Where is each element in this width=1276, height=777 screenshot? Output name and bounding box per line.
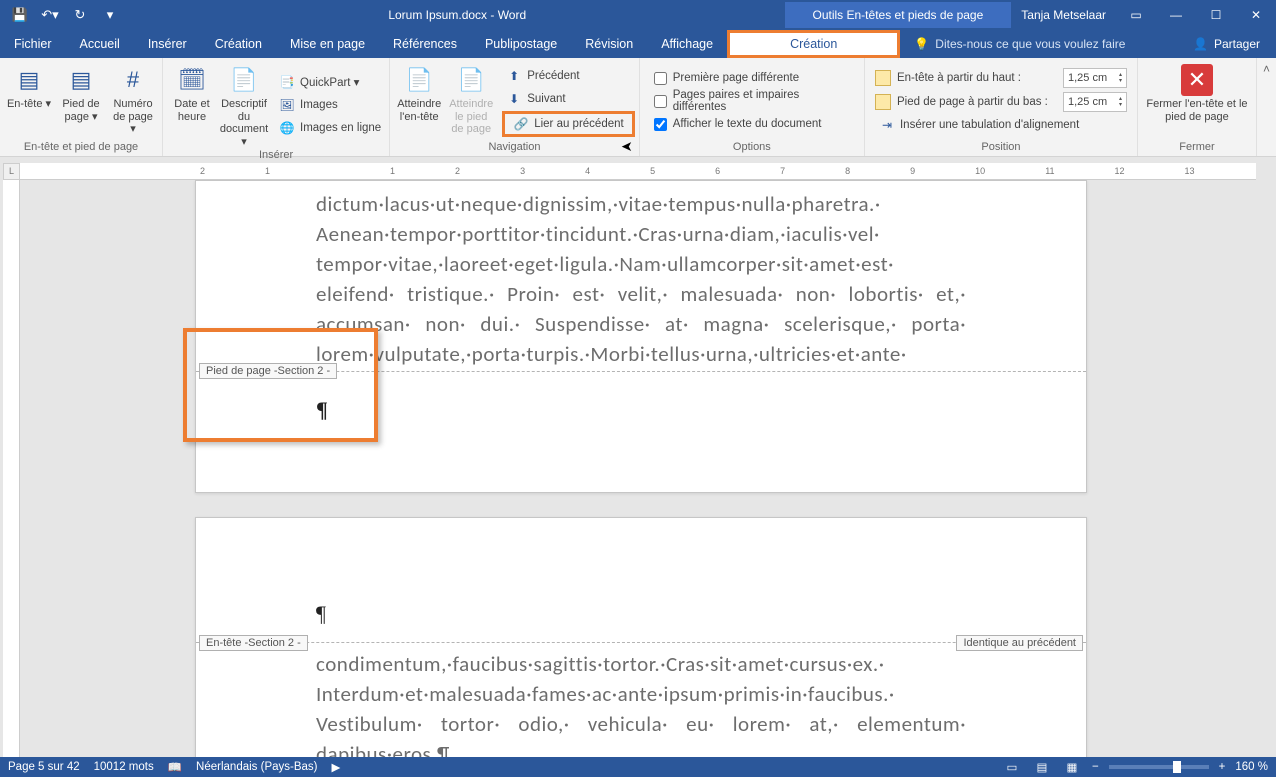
header-from-top-field[interactable]: 1,25 cm▴▾	[1063, 68, 1127, 88]
quickparts-button[interactable]: 📑QuickPart ▾	[275, 71, 385, 92]
goto-footer-icon: 📄	[455, 64, 487, 96]
tab-references[interactable]: Références	[379, 30, 471, 58]
redo-icon[interactable]: ↻	[68, 3, 92, 27]
previous-icon: ⬆	[506, 68, 522, 84]
zoom-slider[interactable]	[1109, 765, 1209, 769]
goto-header-icon: 📄	[403, 64, 435, 96]
tab-insert[interactable]: Insérer	[134, 30, 201, 58]
save-icon[interactable]: 💾	[8, 3, 32, 27]
print-layout-icon[interactable]: ▤	[1032, 759, 1052, 775]
images-button[interactable]: 🖼Images	[275, 94, 385, 115]
header-tag: En-tête -Section 2 -	[199, 635, 308, 651]
header-button[interactable]: ▤En-tête ▾	[4, 61, 54, 141]
share-button[interactable]: 👤Partager	[1177, 37, 1276, 51]
tab-layout[interactable]: Mise en page	[276, 30, 379, 58]
header-top-icon	[875, 70, 891, 86]
account-name[interactable]: Tanja Metselaar	[1011, 8, 1116, 22]
show-document-text-check[interactable]: Afficher le texte du document	[650, 114, 854, 135]
next-button[interactable]: ⬇Suivant	[502, 88, 635, 109]
online-picture-icon: 🌐	[279, 120, 295, 136]
maximize-icon[interactable]: ☐	[1196, 0, 1236, 30]
page-number-button[interactable]: #Numéro de page ▾	[108, 61, 158, 141]
footer-bottom-icon	[875, 94, 891, 110]
tell-me[interactable]: 💡Dites-nous ce que vous voulez faire	[914, 37, 1125, 51]
previous-button[interactable]: ⬆Précédent	[502, 65, 635, 86]
contextual-tool-title: Outils En-têtes et pieds de page	[785, 2, 1012, 28]
tab-header-footer-design[interactable]: Création	[727, 30, 900, 58]
undo-icon[interactable]: ↶▾	[38, 3, 62, 27]
tab-view[interactable]: Affichage	[647, 30, 727, 58]
header-icon: ▤	[13, 64, 45, 96]
goto-footer-button: 📄Atteindre le pied de page	[446, 61, 496, 141]
hash-icon: #	[117, 64, 149, 96]
same-as-previous-tag: Identique au précédent	[956, 635, 1083, 651]
close-header-footer-button[interactable]: ✕Fermer l'en-tête et le pied de page	[1142, 61, 1252, 141]
close-icon[interactable]: ✕	[1236, 0, 1276, 30]
online-images-button[interactable]: 🌐Images en ligne	[275, 117, 385, 138]
proofing-icon[interactable]: 📖	[168, 760, 182, 774]
document-area[interactable]: dictum·lacus·ut·neque·dignissim,·vitae·t…	[20, 180, 1256, 757]
group-insert: Insérer	[167, 149, 385, 164]
group-options: Options	[644, 141, 860, 156]
zoom-level[interactable]: 160 %	[1235, 761, 1268, 773]
zoom-out-icon[interactable]: −	[1092, 761, 1099, 773]
different-first-page-check[interactable]: Première page différente	[650, 68, 854, 89]
info-doc-icon: 📄	[228, 64, 260, 96]
goto-header-button[interactable]: 📄Atteindre l'en-tête	[394, 61, 444, 141]
group-close: Fermer	[1142, 141, 1252, 156]
group-position: Position	[869, 141, 1133, 156]
macro-icon[interactable]: ▶	[331, 760, 340, 774]
insert-alignment-tab-button[interactable]: ⇥Insérer une tabulation d'alignement	[875, 115, 1127, 136]
language-status[interactable]: Néerlandais (Pays-Bas)	[196, 761, 317, 773]
qat-customize-icon[interactable]: ▾	[98, 3, 122, 27]
calendar-icon: 🗓	[176, 64, 208, 96]
ruler-corner: L	[3, 163, 20, 180]
picture-icon: 🖼	[279, 97, 295, 113]
different-odd-even-check[interactable]: Pages paires et impaires différentes	[650, 91, 854, 112]
page[interactable]: ¶ En-tête -Section 2 - Identique au préc…	[195, 517, 1087, 757]
body-text: condimentum,·faucibus·sagittis·tortor.·C…	[196, 643, 1086, 757]
collapse-ribbon-icon[interactable]: ˄	[1263, 62, 1270, 76]
bulb-icon: 💡	[914, 37, 929, 51]
footer-from-bottom-label: Pied de page à partir du bas :	[897, 96, 1057, 108]
page-status[interactable]: Page 5 sur 42	[8, 761, 80, 773]
tab-file[interactable]: Fichier	[0, 30, 66, 58]
close-red-icon: ✕	[1181, 64, 1213, 96]
next-icon: ⬇	[506, 91, 522, 107]
tab-design[interactable]: Création	[201, 30, 276, 58]
annotation-highlight	[183, 328, 378, 442]
link-to-previous-button[interactable]: 🔗Lier au précédent	[502, 111, 635, 137]
date-time-button[interactable]: 🗓Date et heure	[167, 61, 217, 149]
quickparts-icon: 📑	[279, 74, 295, 90]
footer-button[interactable]: ▤Pied de page ▾	[56, 61, 106, 141]
pilcrow-icon: ¶	[316, 601, 326, 627]
footer-icon: ▤	[65, 64, 97, 96]
group-navigation: Navigation	[394, 141, 635, 156]
document-info-button[interactable]: 📄Descriptif du document ▾	[219, 61, 269, 149]
tab-home[interactable]: Accueil	[66, 30, 134, 58]
horizontal-ruler[interactable]: 2 1 1 2 3 4 5 6 7 8 9 10 11 12 13	[20, 163, 1256, 180]
link-icon: 🔗	[513, 116, 529, 132]
read-mode-icon[interactable]: ▭	[1002, 759, 1022, 775]
header-from-top-label: En-tête à partir du haut :	[897, 72, 1057, 84]
web-layout-icon[interactable]: ▦	[1062, 759, 1082, 775]
tab-mailings[interactable]: Publipostage	[471, 30, 571, 58]
zoom-in-icon[interactable]: +	[1219, 761, 1226, 773]
minimize-icon[interactable]: ―	[1156, 0, 1196, 30]
document-title: Lorum Ipsum.docx - Word	[130, 8, 785, 22]
mouse-cursor-icon: ➤	[621, 138, 633, 155]
word-count[interactable]: 10012 mots	[94, 761, 154, 773]
footer-from-bottom-field[interactable]: 1,25 cm▴▾	[1063, 92, 1127, 112]
group-header-footer: En-tête et pied de page	[4, 141, 158, 156]
ribbon-display-icon[interactable]: ▭	[1116, 0, 1156, 30]
tab-icon: ⇥	[879, 117, 895, 133]
tab-review[interactable]: Révision	[571, 30, 647, 58]
share-icon: 👤	[1193, 37, 1208, 51]
vertical-ruler[interactable]	[3, 180, 20, 757]
